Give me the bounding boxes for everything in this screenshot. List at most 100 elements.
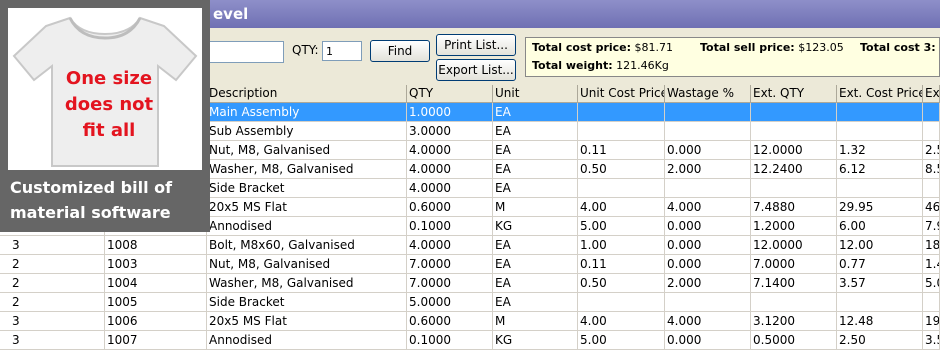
- cell-description: 20x5 MS Flat: [207, 312, 407, 331]
- cell-ext-qty: 12.0000: [751, 236, 837, 255]
- cell-ext-qty: 12.0000: [751, 141, 837, 160]
- cell-ext-sell: [923, 179, 940, 198]
- shirt-slogan-line: fit all: [82, 120, 136, 141]
- cell-qty: 3.0000: [407, 122, 493, 141]
- cell-ext-cost-price: 1.32: [837, 141, 923, 160]
- cell-ext-qty: 1.2000: [751, 217, 837, 236]
- cell-wastage: 2.000: [665, 274, 751, 293]
- column-header-qty[interactable]: QTY: [407, 85, 493, 103]
- cell-level: 2: [0, 274, 105, 293]
- cell-ext-cost-price: [837, 179, 923, 198]
- cell-qty: 4.0000: [407, 160, 493, 179]
- column-header-ext-qty[interactable]: Ext. QTY: [751, 85, 837, 103]
- cell-description: 20x5 MS Flat: [207, 198, 407, 217]
- cell-description: Side Bracket: [207, 293, 407, 312]
- cell-description: Main Assembly: [207, 103, 407, 122]
- column-header-ext-cost-price[interactable]: Ext. Cost Price: [837, 85, 923, 103]
- search-input[interactable]: [200, 41, 284, 63]
- totals-panel: Total cost price: $81.71 Total sell pric…: [525, 37, 940, 77]
- table-row[interactable]: 3 1008 Bolt, M8x60, Galvanised 4.0000 EA 1.00…: [0, 236, 940, 255]
- cell-ext-cost-price: [837, 293, 923, 312]
- cell-unit-cost-price: 0.11: [578, 255, 665, 274]
- total-sell-value: $123.05: [798, 41, 844, 54]
- cell-description: Annodised: [207, 217, 407, 236]
- export-list-button[interactable]: Export List...: [436, 59, 516, 81]
- table-row[interactable]: 2 1005 Side Bracket 5.0000 EA: [0, 293, 940, 312]
- cell-ext-qty: 3.1200: [751, 312, 837, 331]
- caption-line: material software: [10, 203, 171, 222]
- cell-description: Washer, M8, Galvanised: [207, 160, 407, 179]
- cell-level: 2: [0, 293, 105, 312]
- cell-qty: 5.0000: [407, 293, 493, 312]
- cell-ext-sell: [923, 293, 940, 312]
- cell-unit: M: [493, 198, 578, 217]
- print-list-button[interactable]: Print List...: [436, 34, 516, 56]
- cell-unit: EA: [493, 255, 578, 274]
- cell-description: Nut, M8, Galvanised: [207, 255, 407, 274]
- qty-input[interactable]: 1: [322, 41, 362, 61]
- cell-wastage: [665, 293, 751, 312]
- cell-ext-qty: 12.2400: [751, 160, 837, 179]
- cell-description: Annodised: [207, 331, 407, 350]
- cell-ext-sell: 3.5: [923, 331, 940, 350]
- cell-description: Bolt, M8x60, Galvanised: [207, 236, 407, 255]
- cell-ext-sell: 7.9: [923, 217, 940, 236]
- column-header-ext-sell[interactable]: Ex: [923, 85, 940, 103]
- cell-ext-sell: 8.5: [923, 160, 940, 179]
- cell-ext-cost-price: 2.50: [837, 331, 923, 350]
- cell-wastage: 0.000: [665, 217, 751, 236]
- cell-ext-cost-price: 6.00: [837, 217, 923, 236]
- table-row[interactable]: 2 1004 Washer, M8, Galvanised 7.0000 EA 0.50 2…: [0, 274, 940, 293]
- cell-wastage: 2.000: [665, 160, 751, 179]
- column-header-description[interactable]: Description: [207, 85, 407, 103]
- cell-unit: EA: [493, 236, 578, 255]
- total-cost3-label: Total cost 3:: [860, 41, 936, 54]
- column-header-unit-cost-price[interactable]: Unit Cost Price: [578, 85, 665, 103]
- cell-code: 1005: [105, 293, 207, 312]
- cell-ext-sell: 2.5: [923, 141, 940, 160]
- cell-unit: EA: [493, 103, 578, 122]
- cell-code: 1006: [105, 312, 207, 331]
- cell-qty: 4.0000: [407, 179, 493, 198]
- table-row[interactable]: 3 1006 20x5 MS Flat 0.6000 M 4.00 4.000 3.1200 1…: [0, 312, 940, 331]
- cell-wastage: 4.000: [665, 198, 751, 217]
- cell-qty: 7.0000: [407, 255, 493, 274]
- cell-wastage: [665, 122, 751, 141]
- cell-unit: EA: [493, 122, 578, 141]
- cell-level: 2: [0, 255, 105, 274]
- cell-unit: EA: [493, 141, 578, 160]
- cell-ext-sell: 1.4: [923, 255, 940, 274]
- cell-ext-cost-price: 0.77: [837, 255, 923, 274]
- cell-qty: 0.6000: [407, 198, 493, 217]
- total-sell-label: Total sell price:: [700, 41, 795, 54]
- cell-qty: 0.1000: [407, 331, 493, 350]
- cell-ext-sell: [923, 122, 940, 141]
- cell-description: Sub Assembly: [207, 122, 407, 141]
- cell-qty: 1.0000: [407, 103, 493, 122]
- cell-unit-cost-price: 1.00: [578, 236, 665, 255]
- cell-unit: EA: [493, 160, 578, 179]
- cell-qty: 7.0000: [407, 274, 493, 293]
- cell-ext-cost-price: [837, 103, 923, 122]
- shirt-slogan: One size does not fit all: [54, 66, 164, 144]
- total-weight-value: 121.46Kg: [616, 59, 669, 72]
- cell-unit-cost-price: 4.00: [578, 312, 665, 331]
- shirt-slogan-line: does not: [64, 94, 154, 115]
- cell-unit-cost-price: [578, 103, 665, 122]
- table-row[interactable]: 3 1007 Annodised 0.1000 KG 5.00 0.000 0.5000 2.5…: [0, 331, 940, 350]
- column-header-wastage[interactable]: Wastage %: [665, 85, 751, 103]
- table-row[interactable]: 2 1003 Nut, M8, Galvanised 7.0000 EA 0.11 0.00…: [0, 255, 940, 274]
- cell-ext-qty: 7.1400: [751, 274, 837, 293]
- cell-ext-cost-price: 12.48: [837, 312, 923, 331]
- cell-unit-cost-price: [578, 122, 665, 141]
- column-header-unit[interactable]: Unit: [493, 85, 578, 103]
- find-button[interactable]: Find: [370, 40, 430, 62]
- cell-level: 3: [0, 236, 105, 255]
- cell-unit-cost-price: 5.00: [578, 217, 665, 236]
- cell-qty: 4.0000: [407, 236, 493, 255]
- total-cost-label: Total cost price:: [532, 41, 632, 54]
- cell-code: 1007: [105, 331, 207, 350]
- cell-ext-qty: [751, 179, 837, 198]
- cell-ext-cost-price: 6.12: [837, 160, 923, 179]
- cell-ext-qty: 7.4880: [751, 198, 837, 217]
